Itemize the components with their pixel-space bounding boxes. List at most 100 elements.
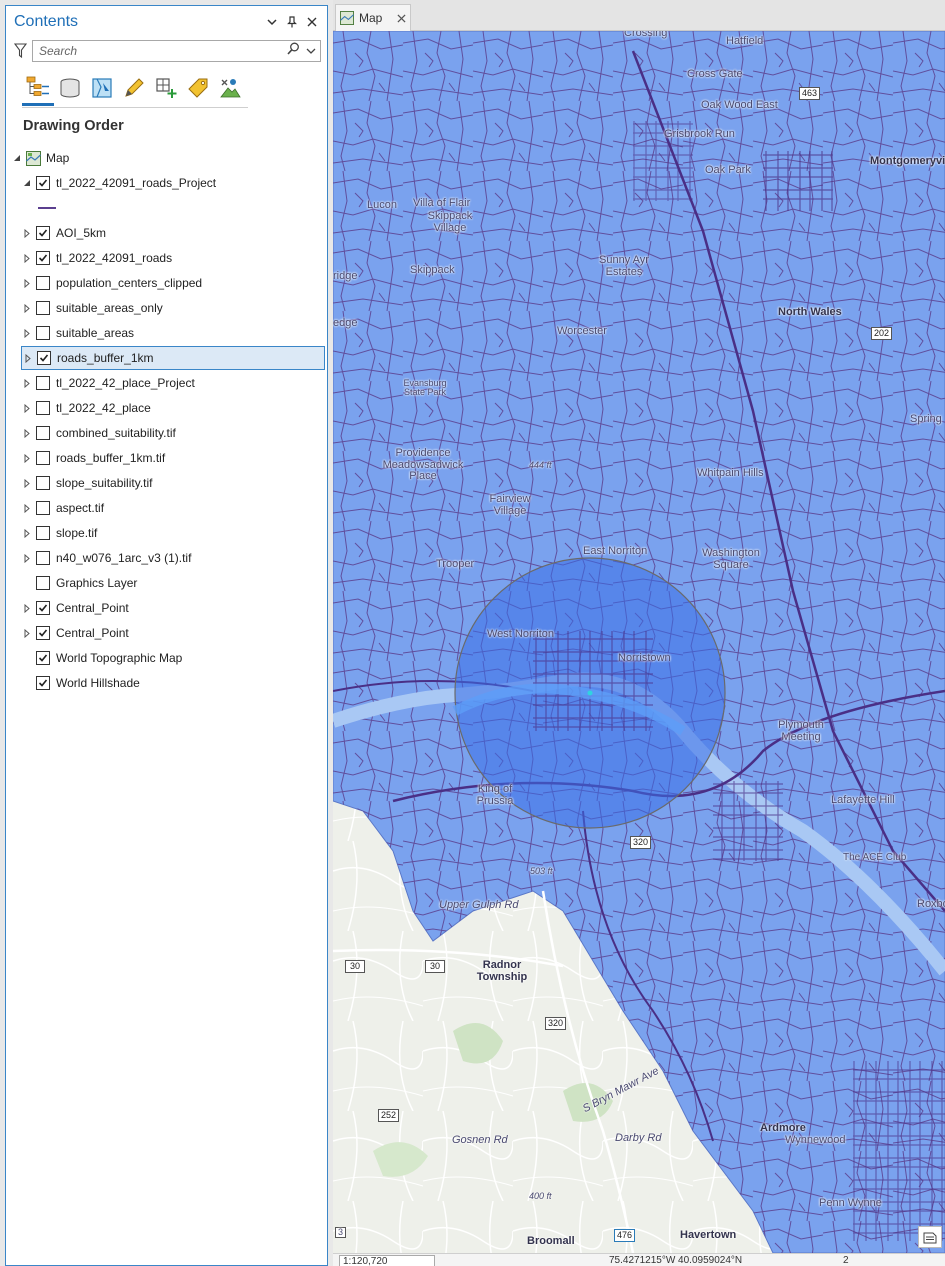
layer-visibility-checkbox[interactable] <box>36 526 50 540</box>
map-label: East Norriton <box>583 545 648 557</box>
layer-visibility-checkbox[interactable] <box>36 376 50 390</box>
layers-panel-icon[interactable] <box>918 1226 942 1248</box>
list-by-source-icon[interactable] <box>54 70 86 106</box>
selected-features-count[interactable]: 2 <box>843 1255 849 1266</box>
expand-arrow-icon[interactable] <box>22 503 32 513</box>
search-input[interactable] <box>39 44 287 58</box>
checkmark-icon <box>38 604 48 612</box>
map-label: Cross Gate <box>687 68 743 80</box>
layer-visibility-checkbox[interactable] <box>36 626 50 640</box>
close-icon[interactable] <box>303 13 321 31</box>
expand-arrow-icon[interactable] <box>22 478 32 488</box>
layer-row[interactable]: aspect.tif <box>22 496 104 520</box>
expand-arrow-icon[interactable] <box>22 628 32 638</box>
layer-row[interactable]: World Hillshade <box>22 671 140 695</box>
collapse-arrow-icon[interactable] <box>22 178 32 188</box>
layer-label: n40_w076_1arc_v3 (1).tif <box>56 551 192 565</box>
layer-label: suitable_areas <box>56 326 135 340</box>
checkmark-icon <box>38 254 48 262</box>
contents-view-toolbar <box>22 70 248 106</box>
expand-arrow-icon[interactable] <box>23 353 33 363</box>
layer-row[interactable]: World Topographic Map <box>22 646 182 670</box>
expand-arrow-icon[interactable] <box>22 553 32 563</box>
chevron-down-icon[interactable] <box>306 42 316 60</box>
layer-visibility-checkbox[interactable] <box>36 226 50 240</box>
expand-arrow-icon[interactable] <box>22 228 32 238</box>
layer-row[interactable]: tl_2022_42_place_Project <box>22 371 195 395</box>
layer-row[interactable]: suitable_areas_only <box>22 296 163 320</box>
layer-row[interactable]: Central_Point <box>22 621 129 645</box>
layer-row[interactable]: AOI_5km <box>22 221 106 245</box>
expand-arrow-icon[interactable] <box>22 278 32 288</box>
layer-visibility-checkbox[interactable] <box>36 176 50 190</box>
filter-icon[interactable] <box>12 41 28 61</box>
route-shield: 476 <box>614 1229 636 1242</box>
layer-visibility-checkbox[interactable] <box>36 576 50 590</box>
layer-row[interactable]: tl_2022_42091_roads <box>22 246 172 270</box>
expand-arrow-icon[interactable] <box>22 528 32 538</box>
map-label: West Norriton <box>487 628 555 640</box>
checkmark-icon <box>39 354 49 362</box>
close-tab-icon[interactable] <box>397 13 406 23</box>
expand-arrow-icon[interactable] <box>22 403 32 413</box>
expand-arrow-icon[interactable] <box>22 253 32 263</box>
list-by-snapping-icon[interactable] <box>150 70 182 106</box>
expand-arrow-icon[interactable] <box>22 603 32 613</box>
layer-row[interactable]: combined_suitability.tif <box>22 421 176 445</box>
list-by-editing-icon[interactable] <box>118 70 150 106</box>
layer-row[interactable]: suitable_areas <box>22 321 134 345</box>
layer-row[interactable]: tl_2022_42091_roads_Project <box>22 171 216 195</box>
layer-visibility-checkbox[interactable] <box>36 476 50 490</box>
map-label: Penn Wynne <box>819 1197 882 1209</box>
layer-visibility-checkbox[interactable] <box>36 326 50 340</box>
layer-visibility-checkbox[interactable] <box>36 601 50 615</box>
line-symbol-swatch[interactable] <box>38 207 56 209</box>
layer-visibility-checkbox[interactable] <box>36 401 50 415</box>
map-canvas[interactable]: Crossing Hatfield Cross Gate 463 Oak Woo… <box>333 31 945 1253</box>
map-label: 400 ft <box>529 1191 552 1201</box>
layer-row[interactable]: tl_2022_42_place <box>22 396 151 420</box>
search-box[interactable] <box>32 40 321 62</box>
expand-arrow-icon[interactable] <box>22 328 32 338</box>
expand-arrow-icon[interactable] <box>22 428 32 438</box>
layer-visibility-checkbox[interactable] <box>36 501 50 515</box>
layer-row[interactable]: n40_w076_1arc_v3 (1).tif <box>22 546 191 570</box>
expand-arrow-icon[interactable] <box>22 378 32 388</box>
layer-row[interactable]: population_centers_clipped <box>22 271 202 295</box>
map-tab[interactable]: Map <box>335 4 411 31</box>
checkmark-icon <box>38 679 48 687</box>
layer-row[interactable]: slope_suitability.tif <box>22 471 153 495</box>
pin-icon[interactable] <box>283 13 301 31</box>
layer-visibility-checkbox[interactable] <box>36 451 50 465</box>
layer-visibility-checkbox[interactable] <box>36 276 50 290</box>
list-by-drawing-order-icon[interactable] <box>22 70 54 106</box>
layer-visibility-checkbox[interactable] <box>36 426 50 440</box>
layer-visibility-checkbox[interactable] <box>36 651 50 665</box>
map-label: Skippack <box>410 264 455 276</box>
layer-row[interactable]: Central_Point <box>22 596 129 620</box>
layer-visibility-checkbox[interactable] <box>36 551 50 565</box>
map-node[interactable]: Map <box>12 146 69 170</box>
expand-arrow-icon[interactable] <box>22 453 32 463</box>
map-label: 503 ft <box>530 866 553 876</box>
list-by-perspective-imagery-icon[interactable] <box>214 70 246 106</box>
map-label: Broomall <box>527 1235 575 1247</box>
layer-visibility-checkbox[interactable] <box>36 251 50 265</box>
collapse-arrow-icon[interactable] <box>12 153 22 163</box>
list-by-labeling-icon[interactable] <box>182 70 214 106</box>
scale-selector[interactable]: 1:120,720 <box>339 1255 435 1266</box>
layer-visibility-checkbox[interactable] <box>36 301 50 315</box>
pane-options-icon[interactable] <box>263 13 281 31</box>
expand-arrow-icon[interactable] <box>22 303 32 313</box>
list-by-selection-icon[interactable] <box>86 70 118 106</box>
layer-row[interactable]: roads_buffer_1km.tif <box>22 446 165 470</box>
layer-visibility-checkbox[interactable] <box>37 351 51 365</box>
layer-label: Graphics Layer <box>56 576 138 590</box>
layer-row[interactable]: slope.tif <box>22 521 97 545</box>
layer-visibility-checkbox[interactable] <box>36 676 50 690</box>
layer-row[interactable]: Graphics Layer <box>22 571 137 595</box>
search-icon[interactable] <box>287 42 300 60</box>
layer-label: combined_suitability.tif <box>56 426 176 440</box>
layer-row[interactable]: roads_buffer_1km <box>21 346 325 370</box>
route-shield: 30 <box>425 960 445 973</box>
